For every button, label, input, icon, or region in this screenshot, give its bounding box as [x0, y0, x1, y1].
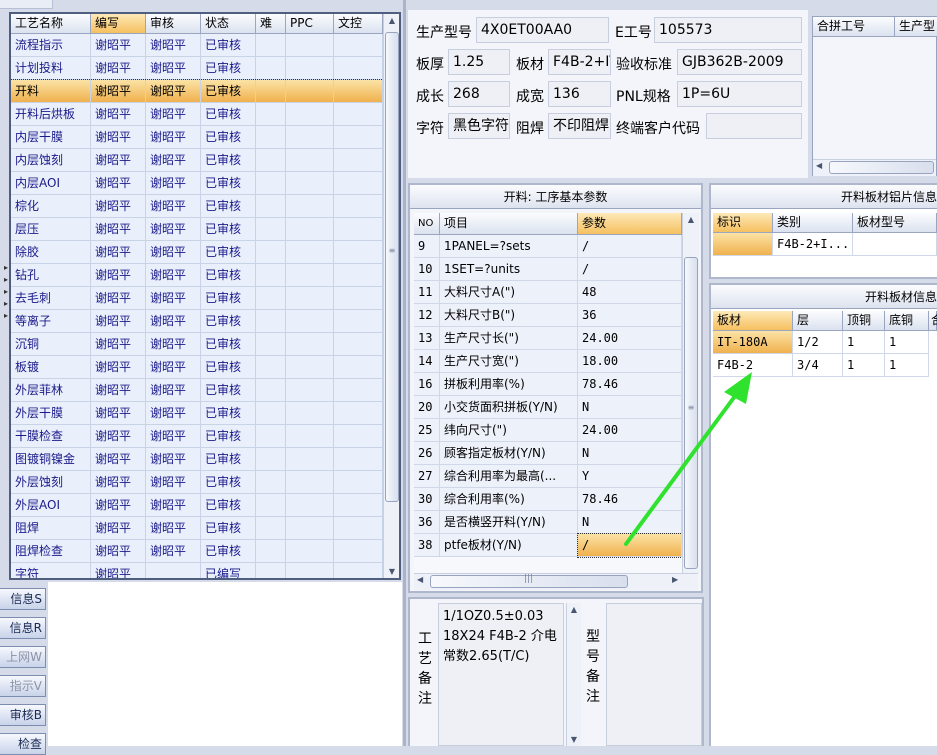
annotation-arrow: [624, 372, 752, 546]
